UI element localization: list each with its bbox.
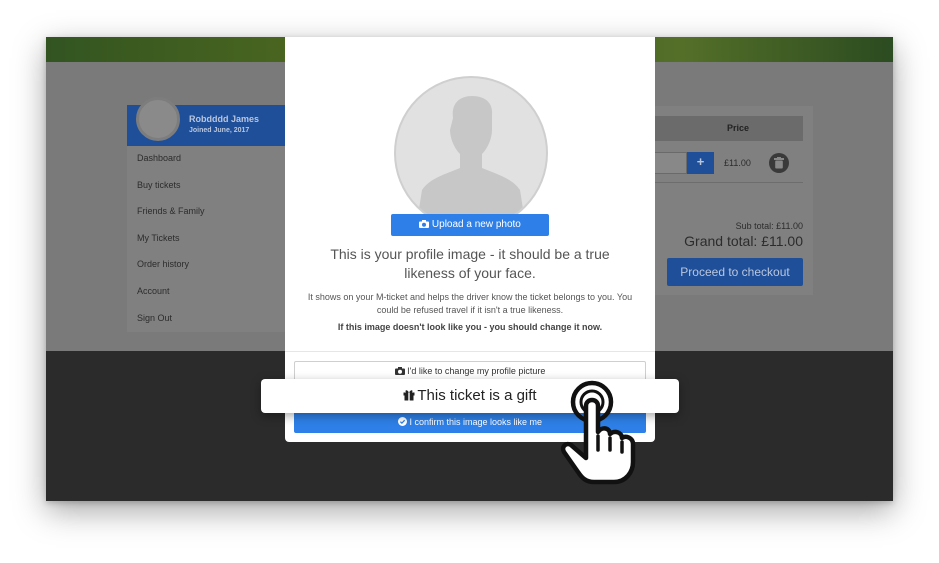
modal-description: It shows on your M-ticket and helps the …: [307, 292, 633, 315]
check-circle-icon: [397, 417, 407, 426]
sidebar-item-order-history[interactable]: Order history: [127, 256, 285, 283]
cart-table-header: Price: [655, 116, 803, 141]
price-column-header: Price: [727, 123, 750, 133]
sidebar-item-my-tickets[interactable]: My Tickets: [127, 230, 285, 257]
avatar[interactable]: [136, 97, 180, 141]
increase-quantity-button[interactable]: +: [687, 152, 714, 174]
item-price: £11.00: [724, 158, 751, 168]
grand-total: Grand total: £11.00: [684, 233, 803, 249]
camera-icon: [394, 367, 405, 375]
sidebar-item-dashboard[interactable]: Dashboard: [127, 150, 285, 177]
confirm-image-label: I confirm this image looks like me: [409, 417, 543, 427]
remove-item-button[interactable]: [769, 153, 789, 173]
user-joined-date: Joined June, 2017: [189, 127, 250, 134]
trash-icon: [774, 157, 784, 169]
change-profile-picture-button[interactable]: I'd like to change my profile picture: [294, 361, 646, 381]
cart-divider: [655, 182, 803, 183]
user-silhouette-icon: [416, 96, 526, 228]
app-screenshot: Robdddd James Joined June, 2017 Dashboar…: [46, 37, 893, 501]
profile-card: Robdddd James Joined June, 2017 Dashboar…: [127, 97, 285, 332]
sidebar-item-sign-out[interactable]: Sign Out: [127, 310, 285, 337]
upload-photo-label: Upload a new photo: [431, 219, 521, 230]
gift-icon: [403, 379, 415, 413]
sidebar-item-friends-family[interactable]: Friends & Family: [127, 203, 285, 230]
quantity-input[interactable]: [655, 152, 687, 174]
sidebar-item-buy-tickets[interactable]: Buy tickets: [127, 177, 285, 204]
profile-placeholder-image: [394, 76, 548, 230]
profile-header: Robdddd James Joined June, 2017: [127, 97, 285, 146]
change-profile-picture-label: I'd like to change my profile picture: [407, 366, 546, 376]
user-name: Robdddd James: [189, 114, 260, 124]
upload-photo-button[interactable]: Upload a new photo: [391, 214, 549, 236]
camera-icon: [419, 220, 430, 228]
modal-heading: This is your profile image - it should b…: [330, 246, 610, 281]
sidebar-item-account[interactable]: Account: [127, 283, 285, 310]
modal-divider: [285, 351, 655, 352]
sidebar-menu: Dashboard Buy tickets Friends & Family M…: [127, 150, 285, 336]
hand-pointer-icon: [556, 380, 640, 488]
modal-warning: If this image doesn't look like you - yo…: [337, 322, 603, 332]
gift-ticket-label: This ticket is a gift: [417, 387, 537, 404]
cart-summary: Price + £11.00 Sub total: £11.00 Grand t…: [655, 106, 813, 295]
proceed-to-checkout-button[interactable]: Proceed to checkout: [667, 258, 803, 286]
subtotal: Sub total: £11.00: [735, 221, 803, 231]
